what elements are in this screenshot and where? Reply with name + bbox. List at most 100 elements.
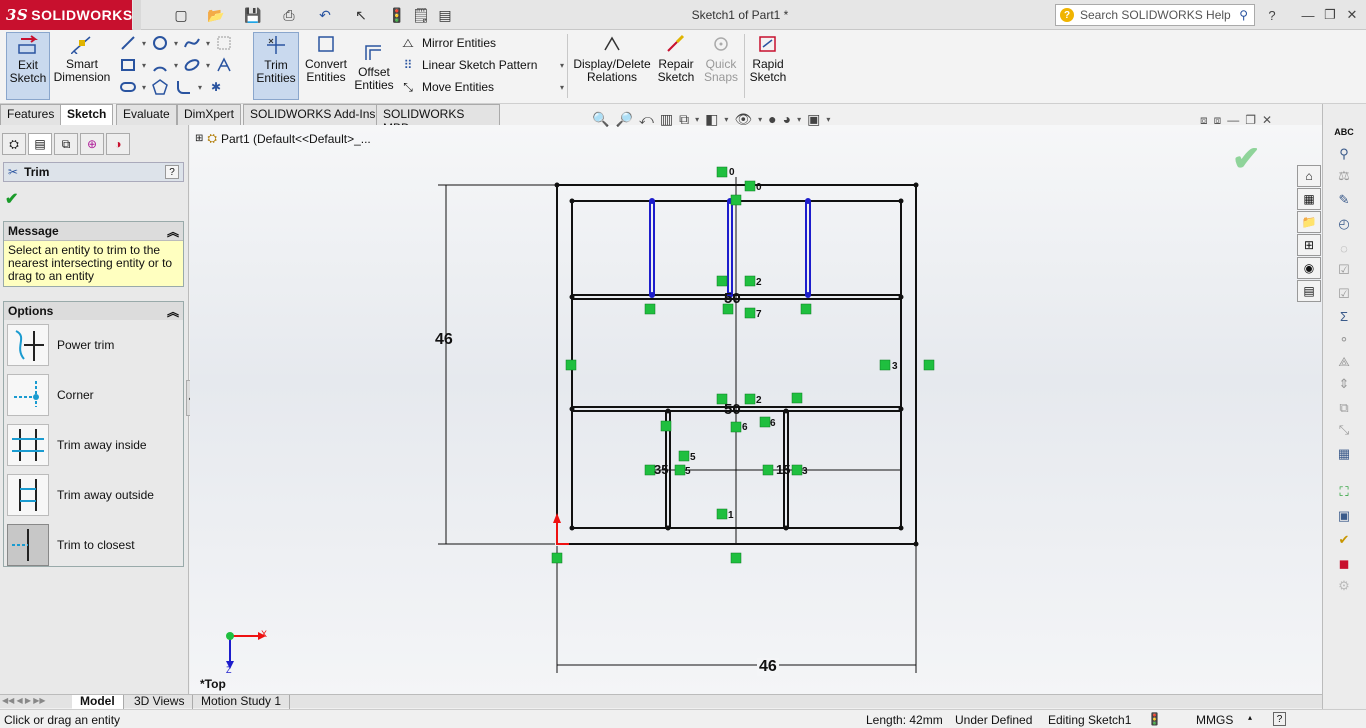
check-icon[interactable]: ◌ — [1333, 238, 1355, 258]
pm-help-button[interactable]: ? — [165, 165, 179, 179]
sketch-check-icon[interactable]: ✎ — [1333, 190, 1355, 210]
undo-icon[interactable]: ↶ — [314, 4, 336, 26]
design-library-icon[interactable]: ▦ — [1297, 188, 1321, 210]
print-icon[interactable]: ⎙ — [278, 4, 300, 26]
configuration-manager-tab-icon[interactable]: ⧉ — [54, 133, 78, 155]
option-corner[interactable]: Corner — [4, 370, 183, 420]
tab-3d-views[interactable]: 3D Views — [126, 695, 194, 709]
circle-icon[interactable] — [150, 33, 170, 53]
status-help-button[interactable]: ? — [1273, 712, 1286, 726]
trim-entities-button[interactable]: Trim Entities — [253, 32, 299, 100]
option-trim-away-inside[interactable]: Trim away inside — [4, 420, 183, 470]
zoom-area-icon[interactable]: 🔎 — [615, 111, 632, 128]
option-trim-to-closest[interactable]: Trim to closest — [4, 520, 183, 570]
appearances-icon[interactable]: ◉ — [1297, 257, 1321, 279]
collapse-chevron-icon[interactable]: ︽ — [167, 223, 179, 240]
section-view-icon[interactable]: ▥ — [660, 111, 673, 128]
tab-evaluate[interactable]: Evaluate — [116, 104, 177, 125]
rectangle-icon[interactable] — [118, 55, 138, 75]
zoom-to-fit-icon[interactable]: 🔍 — [592, 111, 609, 128]
apply-scene-icon[interactable]: ◕ — [783, 111, 791, 127]
text-icon[interactable] — [214, 55, 234, 75]
dimension-label[interactable]: 35 — [654, 462, 668, 477]
move-icon[interactable]: ⤡ — [1333, 420, 1355, 440]
checkbox-icon[interactable]: ☑ — [1333, 260, 1355, 280]
rebuild-status-icon[interactable]: 🚦 — [1147, 712, 1162, 726]
horizontal-dimension[interactable]: 46 — [757, 658, 779, 676]
mirror-entities-button[interactable]: ⧍ Mirror Entities — [398, 32, 564, 54]
disabled-tool-icon[interactable]: ⚙ — [1333, 576, 1355, 596]
checkbox2-icon[interactable]: ☑ — [1333, 284, 1355, 304]
quick-snaps-button[interactable]: Quick Snaps — [700, 32, 742, 100]
rapid-sketch-button[interactable]: Rapid Sketch — [748, 32, 788, 100]
ellipse-icon[interactable] — [182, 55, 202, 75]
close-button[interactable]: ✕ — [1342, 6, 1362, 24]
tab-sketch[interactable]: Sketch — [60, 104, 114, 125]
graphics-area[interactable]: ⊞ ⛭ Part1 (Default<<Default>_... ⧈ ⧈ — ❐ ✕ ✔ — [190, 113, 1322, 695]
hide-show-items-icon[interactable]: 👁 — [734, 111, 752, 128]
property-manager-tab-icon[interactable]: ▤ — [28, 133, 52, 155]
dimxpert-manager-tab-icon[interactable]: ⊕ — [80, 133, 104, 155]
display-delete-relations-button[interactable]: Display/Delete Relations — [572, 32, 652, 100]
view-settings-icon[interactable]: ▣ — [807, 111, 820, 128]
line-icon[interactable] — [118, 33, 138, 53]
minimize-button[interactable]: — — [1298, 6, 1318, 24]
collapse-chevron-icon[interactable]: ︽ — [167, 303, 179, 320]
spell-check-icon[interactable]: ABC — [1333, 122, 1355, 142]
fillet-icon[interactable] — [174, 77, 194, 97]
slot-icon[interactable] — [118, 77, 138, 97]
tab-dimxpert[interactable]: DimXpert — [177, 104, 242, 125]
instant-3d-icon[interactable]: ⛶ — [1333, 482, 1355, 502]
options-icon[interactable]: ▤ — [434, 4, 456, 26]
display-manager-tab-icon[interactable]: ◑ — [106, 133, 130, 155]
solidworks-logo[interactable]: 3S SOLIDWORKS — [0, 0, 132, 30]
tab-solidworks-mbd[interactable]: SOLIDWORKS MBD — [376, 104, 500, 135]
fully-define-icon[interactable]: ✔ — [1333, 530, 1355, 550]
units-selector[interactable]: MMGS — [1196, 713, 1233, 727]
tolerance-icon[interactable]: ⟁ — [1333, 352, 1355, 372]
tab-solidworks-add-ins[interactable]: SOLIDWORKS Add-Ins — [243, 104, 383, 125]
select-arrow-icon[interactable]: ↖ — [350, 4, 372, 26]
edit-appearance-icon[interactable]: ● — [768, 111, 776, 127]
open-folder-icon[interactable]: 📂 — [205, 4, 227, 26]
file-properties-icon[interactable]: 🗒 — [410, 4, 432, 26]
smart-dimension-button[interactable]: Smart Dimension — [53, 32, 111, 100]
previous-view-icon[interactable]: ⤺ — [639, 111, 654, 128]
dimension-label[interactable]: 15 — [776, 462, 790, 477]
view-palette-icon[interactable]: ⊞ — [1297, 234, 1321, 256]
offset-entities-button[interactable]: Offset Entities — [352, 40, 396, 108]
plane-icon[interactable] — [214, 33, 234, 53]
ok-checkmark-icon[interactable]: ✔ — [5, 189, 18, 209]
dimension-label[interactable]: 50 — [724, 290, 741, 307]
view-orientation-icon[interactable]: ⧉ — [679, 111, 689, 128]
save-icon[interactable]: 💾 — [242, 4, 264, 26]
measure-icon[interactable]: ⚲ — [1333, 144, 1355, 164]
spline-icon[interactable] — [182, 33, 202, 53]
sketch-relations-icon[interactable]: ⚬ — [1333, 330, 1355, 350]
tab-scroll-arrows[interactable]: ◀◀ ◀ ▶ ▶▶ — [2, 696, 46, 705]
new-document-icon[interactable]: ▢ — [170, 4, 192, 26]
color-icon[interactable]: ◼ — [1333, 554, 1355, 574]
help-menu-icon[interactable]: ? — [1262, 6, 1282, 24]
grid-icon[interactable]: ▦ — [1333, 444, 1355, 464]
sketch-canvas[interactable] — [190, 125, 1322, 695]
sketch-picture-icon[interactable]: ▣ — [1333, 506, 1355, 526]
performance-icon[interactable]: ◴ — [1333, 214, 1355, 234]
custom-properties-icon[interactable]: ▤ — [1297, 280, 1321, 302]
repair-sketch-button[interactable]: Repair Sketch — [655, 32, 697, 100]
tab-model[interactable]: Model — [72, 695, 124, 709]
restore-button[interactable]: ❐ — [1320, 6, 1340, 24]
point-icon[interactable]: ✱ — [206, 77, 226, 97]
tab-motion-study-1[interactable]: Motion Study 1 — [193, 695, 291, 709]
vertical-dimension[interactable]: 46 — [435, 331, 453, 349]
display-style-icon[interactable]: ◧ — [705, 111, 718, 128]
linear-sketch-pattern-button[interactable]: ⠿ Linear Sketch Pattern ▾ — [398, 54, 564, 76]
search-help-input[interactable]: ? Search SOLIDWORKS Help ⚲ — [1055, 4, 1255, 26]
feature-manager-tab-icon[interactable]: ⛭ — [2, 133, 26, 155]
resources-home-icon[interactable]: ⌂ — [1297, 165, 1321, 187]
mass-properties-icon[interactable]: ⚖ — [1333, 166, 1355, 186]
option-trim-away-outside[interactable]: Trim away outside — [4, 470, 183, 520]
exit-sketch-button[interactable]: Exit Sketch — [6, 32, 50, 100]
logo-expander[interactable] — [133, 0, 141, 30]
file-explorer-icon[interactable]: 📁 — [1297, 211, 1321, 233]
